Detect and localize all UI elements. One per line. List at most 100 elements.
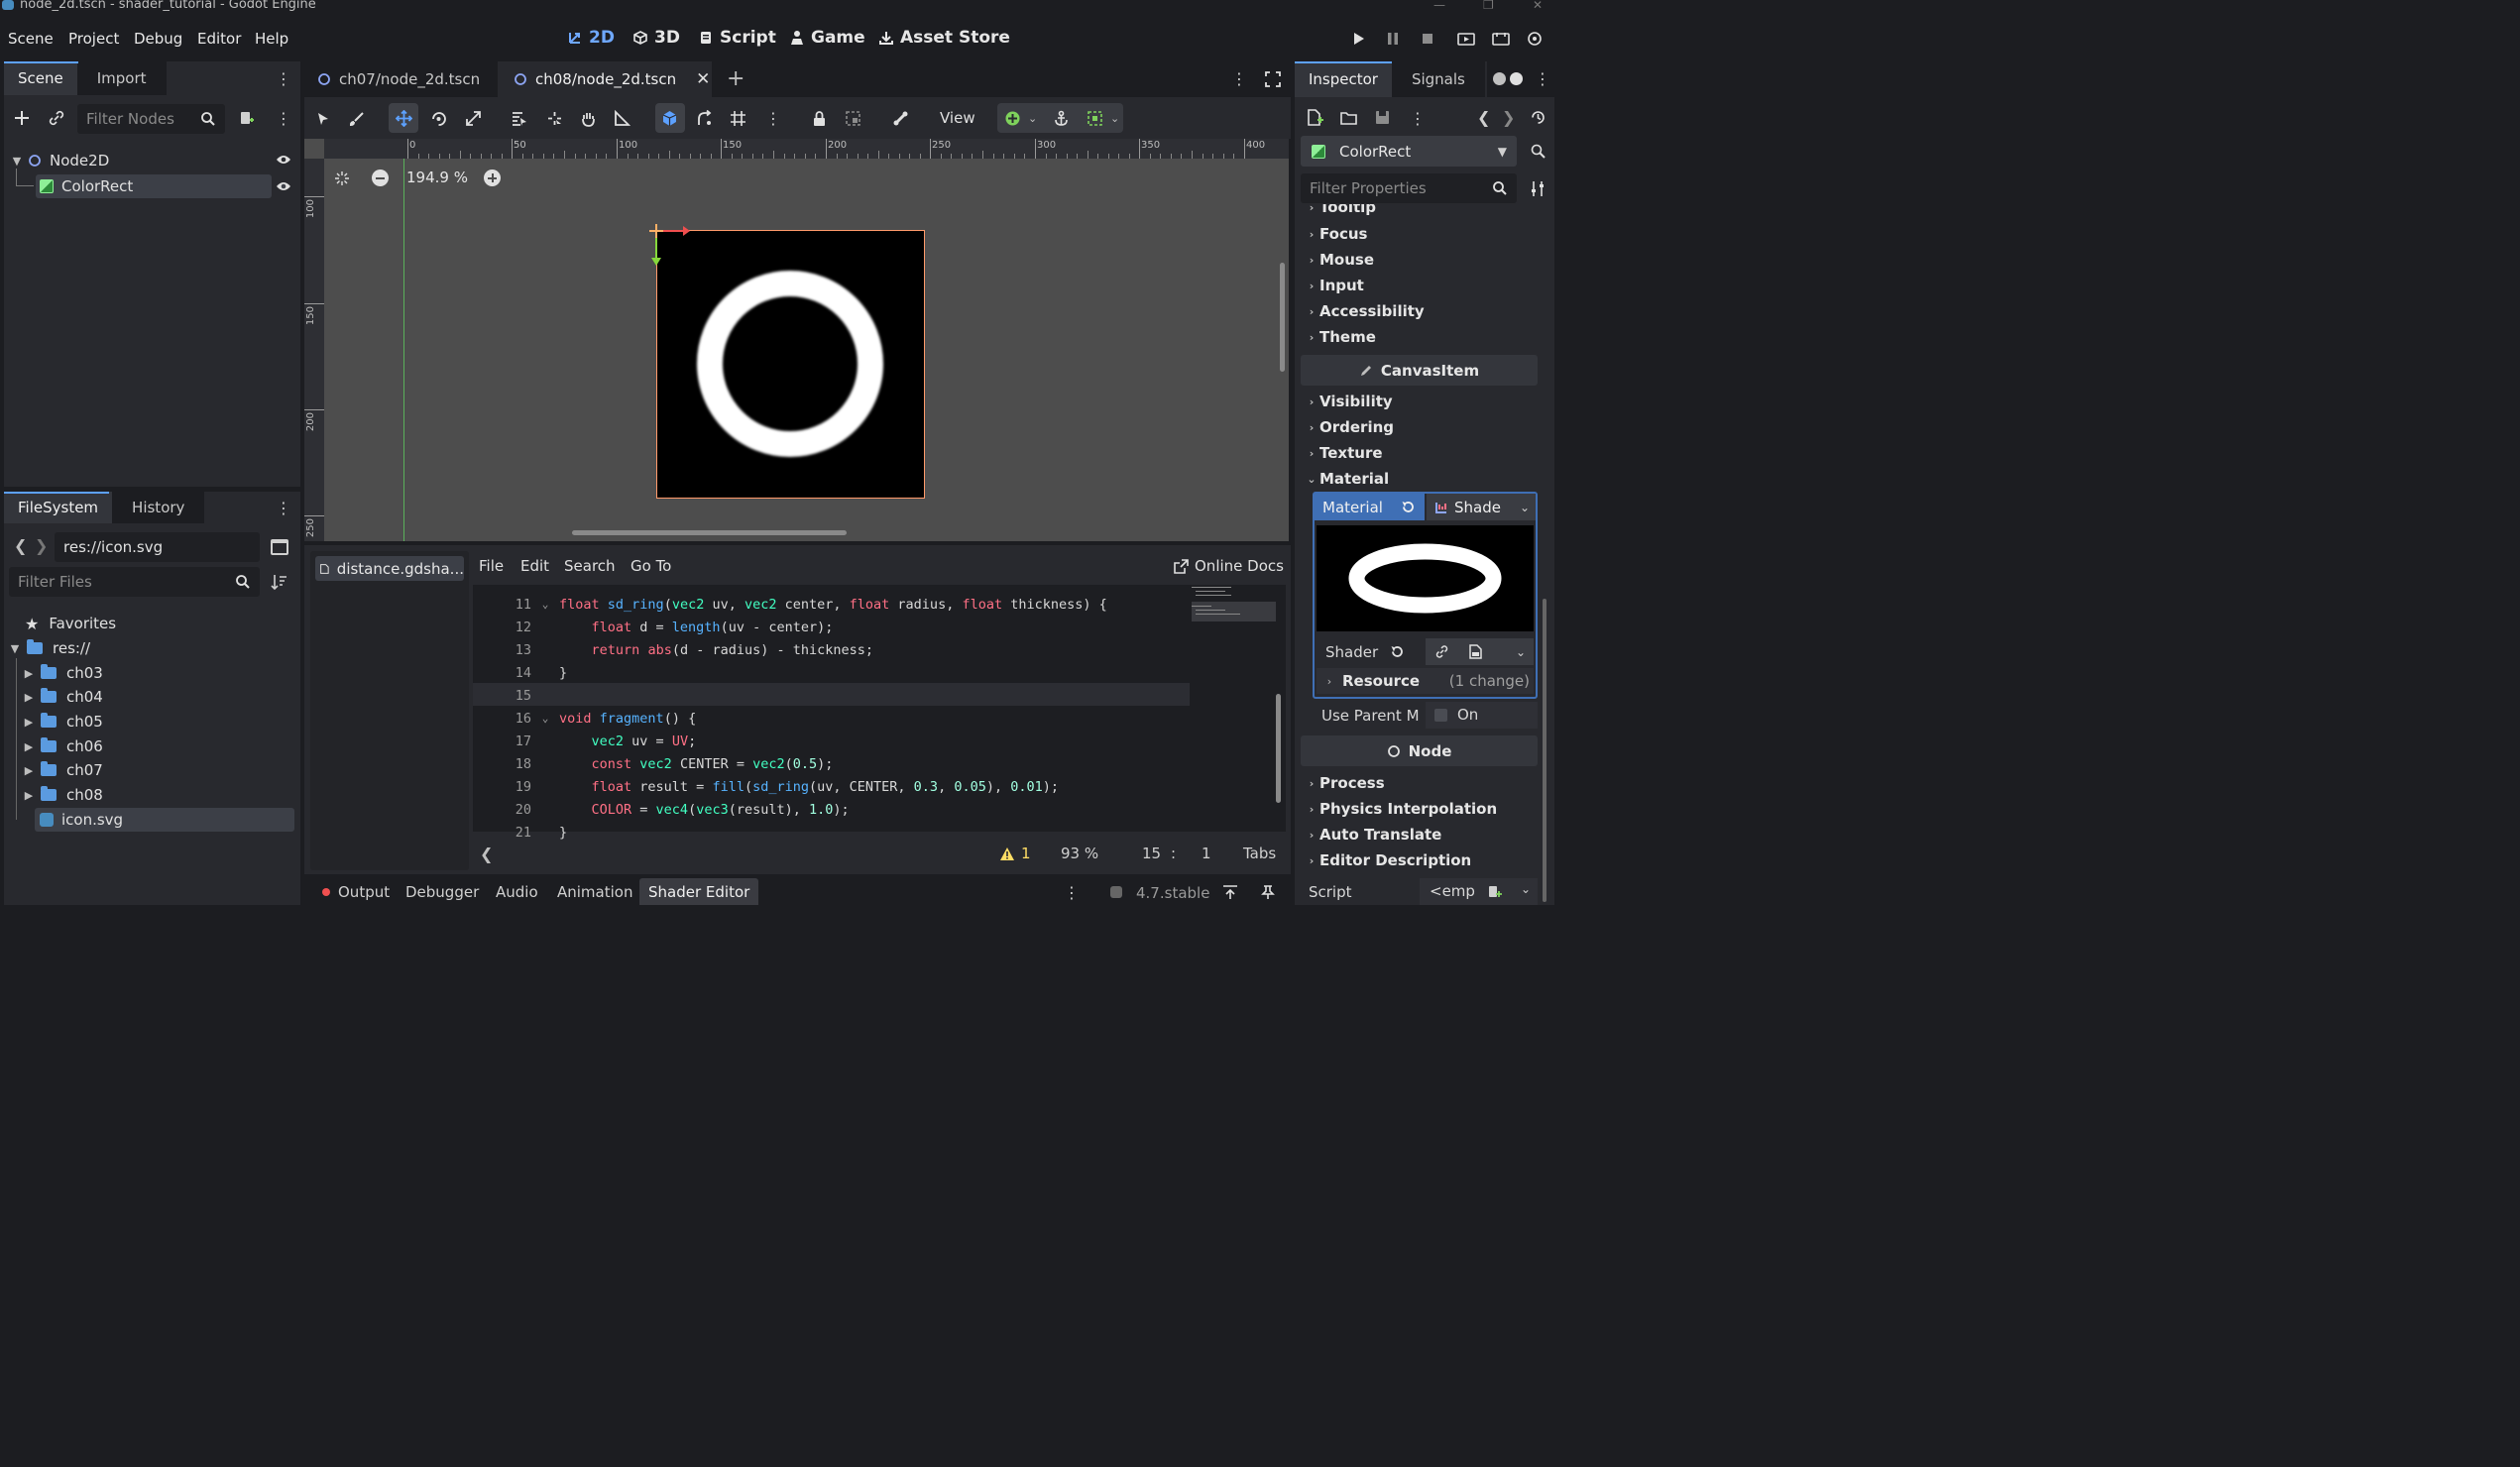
add-point-icon[interactable] bbox=[1004, 110, 1021, 127]
folder-item[interactable]: ▶ ch07 bbox=[22, 758, 103, 782]
section-physics-interpolation[interactable]: › Physics Interpolation bbox=[1305, 797, 1497, 821]
chevron-down-icon[interactable]: ⌄ bbox=[1521, 882, 1531, 896]
chevron-right-icon[interactable]: ▶ bbox=[22, 691, 36, 704]
menu-help[interactable]: Help bbox=[255, 30, 288, 48]
shader-menu-search[interactable]: Search bbox=[564, 557, 616, 575]
file-item-icon-svg[interactable]: icon.svg bbox=[40, 808, 123, 832]
code-line[interactable]: 14} bbox=[473, 661, 1190, 684]
editor-zoom[interactable]: 93 % bbox=[1061, 845, 1098, 862]
bottom-tab-debugger[interactable]: Debugger bbox=[397, 878, 488, 905]
visibility-eye-icon[interactable] bbox=[276, 180, 291, 192]
move-mode-icon[interactable] bbox=[396, 110, 412, 127]
chevron-right-icon[interactable]: ▶ bbox=[22, 716, 36, 729]
pivot-mode-icon[interactable] bbox=[546, 110, 563, 127]
section-auto-translate[interactable]: › Auto Translate bbox=[1305, 823, 1442, 846]
node-info-icon[interactable] bbox=[1530, 143, 1546, 160]
code-line[interactable]: 12 float d = length(uv - center); bbox=[473, 616, 1190, 638]
stop-icon[interactable] bbox=[1420, 31, 1435, 47]
code-scrollbar[interactable] bbox=[1276, 694, 1281, 803]
scene-tabs-menu-icon[interactable]: ⋮ bbox=[1231, 69, 1247, 88]
warnings-button[interactable]: 1 bbox=[999, 845, 1031, 862]
play-custom-scene-icon[interactable] bbox=[1492, 31, 1510, 47]
view-menu[interactable]: View bbox=[940, 109, 975, 127]
rotate-mode-icon[interactable] bbox=[430, 110, 447, 127]
section-ordering[interactable]: › Ordering bbox=[1305, 415, 1394, 439]
bottom-tab-audio[interactable]: Audio bbox=[487, 878, 547, 905]
history-back-icon[interactable]: ❮ bbox=[1477, 108, 1490, 127]
scene-tab-ch07[interactable]: ch07/node_2d.tscn bbox=[317, 61, 480, 97]
folder-item[interactable]: ▶ ch04 bbox=[22, 685, 103, 709]
new-resource-icon[interactable] bbox=[1307, 109, 1323, 126]
shader-menu-goto[interactable]: Go To bbox=[630, 557, 671, 575]
minimize-icon[interactable]: — bbox=[1433, 0, 1445, 12]
section-accessibility[interactable]: › Accessibility bbox=[1305, 299, 1425, 323]
snap-options-menu-icon[interactable]: ⋮ bbox=[765, 109, 781, 128]
code-line[interactable]: 21} bbox=[473, 821, 1190, 844]
history-forward-icon[interactable]: ❯ bbox=[1502, 108, 1515, 127]
split-view-icon[interactable] bbox=[271, 539, 288, 555]
visibility-eye-icon[interactable] bbox=[276, 154, 291, 166]
section-input[interactable]: › Input bbox=[1305, 274, 1364, 297]
fold-chevron-icon[interactable]: ⌄ bbox=[531, 712, 559, 725]
chevron-down-icon[interactable]: ⌄ bbox=[1028, 112, 1037, 125]
bottom-tab-shader-editor[interactable]: Shader Editor bbox=[639, 878, 759, 905]
shader-menu-file[interactable]: File bbox=[479, 557, 504, 575]
select-mode-icon[interactable] bbox=[315, 111, 331, 127]
path-field[interactable]: res://icon.svg bbox=[55, 532, 260, 562]
shader-file-item[interactable]: distance.gdsha... bbox=[315, 556, 464, 581]
maximize-icon[interactable]: ❐ bbox=[1483, 0, 1494, 12]
zoom-out-icon[interactable] bbox=[372, 169, 389, 186]
filesystem-menu-icon[interactable]: ⋮ bbox=[276, 499, 291, 517]
distraction-free-icon[interactable] bbox=[1265, 71, 1281, 87]
section-visibility[interactable]: › Visibility bbox=[1305, 390, 1393, 413]
material-resource-picker[interactable]: Shade ⌄ bbox=[1427, 494, 1536, 520]
section-texture[interactable]: › Texture bbox=[1305, 441, 1383, 465]
indent-mode[interactable]: Tabs bbox=[1243, 845, 1276, 862]
shader-file-icon[interactable] bbox=[1468, 644, 1483, 659]
tab-signals[interactable]: Signals bbox=[1391, 61, 1485, 97]
filter-nodes-input[interactable]: Filter Nodes bbox=[77, 104, 225, 134]
sort-icon[interactable] bbox=[271, 573, 288, 591]
nav-back-icon[interactable]: ❮ bbox=[14, 536, 27, 555]
section-mouse[interactable]: › Mouse bbox=[1305, 248, 1374, 272]
code-line[interactable]: 17 vec2 uv = UV; bbox=[473, 730, 1190, 752]
link-icon[interactable] bbox=[1434, 644, 1449, 659]
horizontal-scrollbar[interactable] bbox=[572, 530, 847, 535]
resource-subsection[interactable]: › Resource (1 change) bbox=[1317, 668, 1534, 694]
code-line[interactable]: 11 ⌄ float sd_ring(vec2 uv, vec2 center, f… bbox=[473, 593, 1190, 616]
shader-menu-edit[interactable]: Edit bbox=[520, 557, 549, 575]
chevron-right-icon[interactable]: ▶ bbox=[22, 667, 36, 680]
center-view-icon[interactable] bbox=[334, 170, 350, 186]
inspector-tabs-menu-icon[interactable]: ⋮ bbox=[1535, 69, 1550, 88]
scene-tree-menu-icon[interactable]: ⋮ bbox=[276, 109, 291, 128]
tree-node-colorrect[interactable]: ColorRect bbox=[40, 174, 133, 198]
scene-dock-menu-icon[interactable]: ⋮ bbox=[276, 69, 291, 88]
bottom-panel-menu-icon[interactable]: ⋮ bbox=[1064, 883, 1080, 902]
shader-property-row[interactable]: Shader ⌄ bbox=[1317, 638, 1534, 665]
favorites-item[interactable]: ★ Favorites bbox=[25, 612, 116, 635]
workspace-game[interactable]: Game bbox=[789, 28, 865, 48]
tree-node-node2d[interactable]: ▼ Node2D bbox=[10, 149, 109, 172]
smart-snap-icon[interactable] bbox=[696, 110, 713, 127]
chevron-down-icon[interactable]: ⌄ bbox=[1516, 645, 1526, 659]
instance-scene-link-icon[interactable] bbox=[48, 109, 65, 127]
tab-scene[interactable]: Scene bbox=[4, 61, 77, 95]
workspace-asset-store[interactable]: Asset Store bbox=[878, 28, 1010, 48]
paint-brush-icon[interactable] bbox=[349, 111, 365, 127]
section-theme[interactable]: › Theme bbox=[1305, 325, 1376, 349]
ruler-mode-icon[interactable] bbox=[614, 110, 630, 127]
workspace-3d[interactable]: 3D bbox=[632, 28, 680, 48]
scale-mode-icon[interactable] bbox=[465, 110, 482, 127]
transform-gizmo[interactable] bbox=[645, 220, 693, 270]
online-docs-button[interactable]: Online Docs bbox=[1174, 557, 1284, 575]
container-sizing-icon[interactable] bbox=[1087, 110, 1103, 127]
chevron-down-icon[interactable]: ▼ bbox=[1498, 145, 1507, 159]
menu-editor[interactable]: Editor bbox=[197, 30, 241, 48]
section-editor-description[interactable]: › Editor Description bbox=[1305, 848, 1472, 872]
chevron-right-icon[interactable]: ▶ bbox=[22, 740, 36, 753]
open-folder-icon[interactable] bbox=[1340, 109, 1357, 126]
attach-script-icon[interactable] bbox=[238, 109, 256, 127]
pin-icon[interactable] bbox=[1261, 885, 1275, 899]
new-scene-tab-icon[interactable]: + bbox=[727, 66, 745, 91]
nav-forward-icon[interactable]: ❯ bbox=[35, 536, 48, 555]
